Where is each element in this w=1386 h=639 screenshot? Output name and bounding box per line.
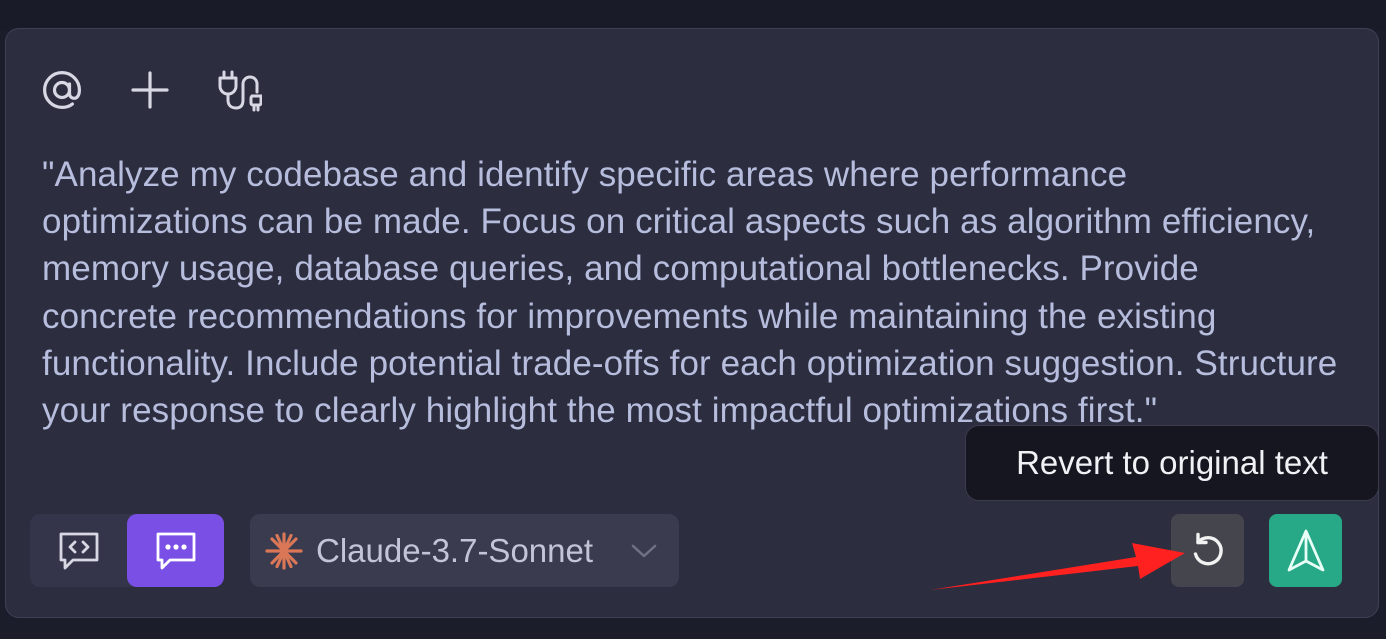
- send-icon: [1287, 529, 1324, 571]
- revert-icon: [1193, 532, 1223, 565]
- revert-button[interactable]: [1171, 514, 1244, 587]
- model-selector[interactable]: Claude-3.7-Sonnet: [250, 514, 679, 587]
- window-top-strip: [0, 0, 1386, 30]
- code-chat-mode-button[interactable]: [30, 514, 127, 587]
- code-chat-icon: [59, 532, 98, 569]
- input-toolbar: [34, 62, 266, 118]
- model-name: Claude-3.7-Sonnet: [316, 531, 594, 569]
- prompt-textarea[interactable]: "Analyze my codebase and identify specif…: [42, 151, 1342, 434]
- tooltip-text: Revert to original text: [1016, 444, 1328, 481]
- chat-icon: [156, 532, 195, 569]
- send-button[interactable]: [1269, 514, 1342, 587]
- plus-icon[interactable]: [122, 62, 178, 118]
- revert-tooltip: Revert to original text: [965, 425, 1379, 501]
- claude-spark-icon: [265, 531, 303, 570]
- mode-toggle: [30, 514, 224, 587]
- plug-icon[interactable]: [210, 62, 266, 118]
- chat-mode-button[interactable]: [127, 514, 224, 587]
- chevron-down-icon: [630, 541, 658, 561]
- at-icon[interactable]: [34, 62, 90, 118]
